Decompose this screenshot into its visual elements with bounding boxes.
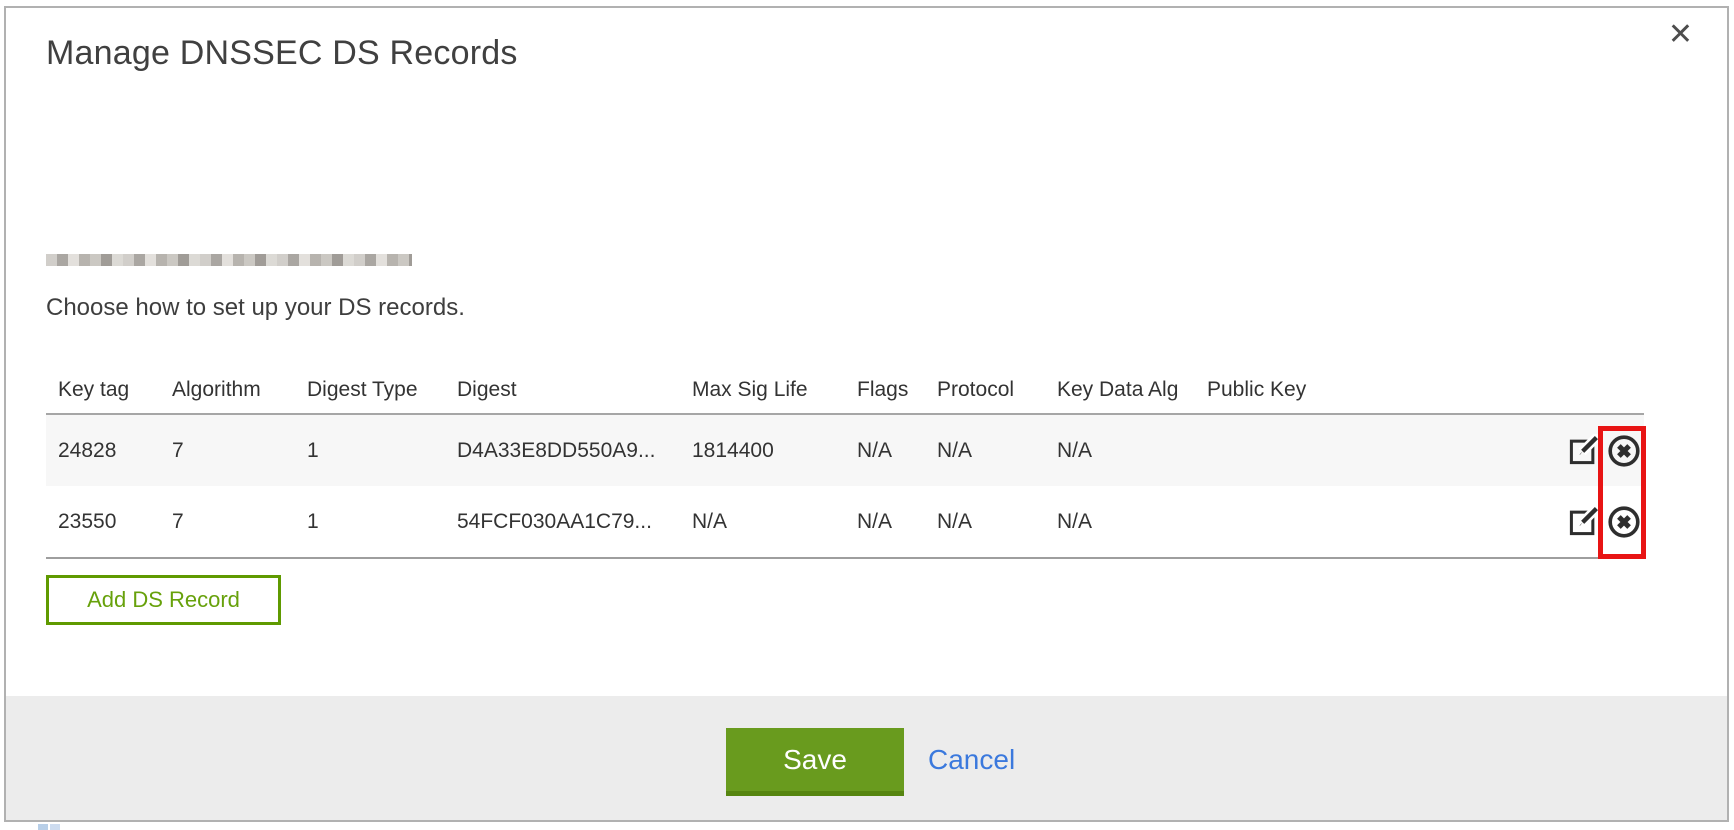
col-header-public-key: Public Key xyxy=(1207,378,1548,402)
cell-key-data-alg: N/A xyxy=(1057,439,1207,463)
table-row: 24828 7 1 D4A33E8DD550A9... 1814400 N/A … xyxy=(46,415,1644,486)
cell-digest-type: 1 xyxy=(307,439,457,463)
cell-protocol: N/A xyxy=(937,510,1057,534)
cell-digest: 54FCF030AA1C79... xyxy=(457,510,692,534)
close-icon[interactable]: ✕ xyxy=(1668,20,1693,50)
cell-max-sig-life: N/A xyxy=(692,510,857,534)
cell-key-data-alg: N/A xyxy=(1057,510,1207,534)
cell-key-tag: 24828 xyxy=(58,439,172,463)
ds-records-table: Key tag Algorithm Digest Type Digest Max… xyxy=(46,367,1644,559)
dialog-footer: Save Cancel xyxy=(6,696,1727,820)
cell-algorithm: 7 xyxy=(172,439,307,463)
row-actions xyxy=(1548,504,1644,540)
cell-digest-type: 1 xyxy=(307,510,457,534)
cancel-link[interactable]: Cancel xyxy=(928,744,1015,776)
background-page-artifact xyxy=(50,824,60,830)
col-header-flags: Flags xyxy=(857,378,937,402)
col-header-digest-type: Digest Type xyxy=(307,378,457,402)
col-header-key-tag: Key tag xyxy=(58,378,172,402)
cell-key-tag: 23550 xyxy=(58,510,172,534)
cell-digest: D4A33E8DD550A9... xyxy=(457,439,692,463)
manage-dnssec-dialog: Manage DNSSEC DS Records ✕ Choose how to… xyxy=(4,6,1729,822)
cell-flags: N/A xyxy=(857,439,937,463)
delete-record-icon[interactable] xyxy=(1606,504,1642,540)
col-header-digest: Digest xyxy=(457,378,692,402)
save-button[interactable]: Save xyxy=(726,728,904,796)
background-page-artifact xyxy=(38,824,48,830)
redacted-domain-name xyxy=(46,220,412,254)
row-actions xyxy=(1548,433,1644,469)
cell-protocol: N/A xyxy=(937,439,1057,463)
table-header-row: Key tag Algorithm Digest Type Digest Max… xyxy=(46,367,1644,415)
col-header-protocol: Protocol xyxy=(937,378,1057,402)
cell-flags: N/A xyxy=(857,510,937,534)
dialog-title: Manage DNSSEC DS Records xyxy=(46,34,518,73)
col-header-max-sig-life: Max Sig Life xyxy=(692,378,857,402)
col-header-algorithm: Algorithm xyxy=(172,378,307,402)
edit-record-icon[interactable] xyxy=(1565,504,1601,540)
edit-record-icon[interactable] xyxy=(1565,433,1601,469)
instruction-text: Choose how to set up your DS records. xyxy=(46,294,465,322)
col-header-key-data-alg: Key Data Alg xyxy=(1057,378,1207,402)
add-ds-record-button[interactable]: Add DS Record xyxy=(46,575,281,625)
table-row: 23550 7 1 54FCF030AA1C79... N/A N/A N/A … xyxy=(46,486,1644,557)
delete-record-icon[interactable] xyxy=(1606,433,1642,469)
cell-max-sig-life: 1814400 xyxy=(692,439,857,463)
cell-algorithm: 7 xyxy=(172,510,307,534)
